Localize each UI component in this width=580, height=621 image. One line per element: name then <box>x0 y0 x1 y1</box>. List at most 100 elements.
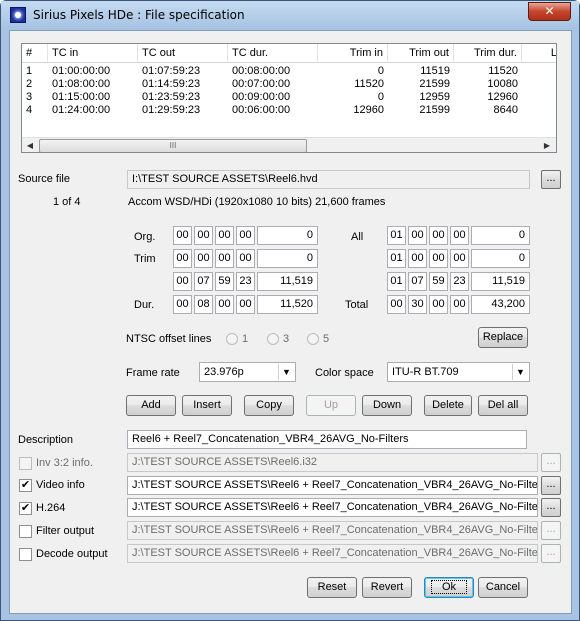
filter-output-path-field[interactable]: J:\TEST SOURCE ASSETS\Reel6 + Reel7_Conc… <box>127 521 538 540</box>
dur-ff[interactable]: 00 <box>236 295 255 314</box>
total-ss[interactable]: 00 <box>429 295 448 314</box>
trim-mm[interactable]: 00 <box>194 249 213 268</box>
inv32-browse-button[interactable]: ... <box>541 453 561 472</box>
h264-checkbox[interactable]: ✔ <box>19 502 32 515</box>
color-space-select[interactable]: ITU-R BT.709 ▼ <box>387 362 530 382</box>
total-label: Total <box>345 299 369 311</box>
all-ff[interactable]: 00 <box>450 226 469 245</box>
inv32-path-field[interactable]: J:\TEST SOURCE ASSETS\Reel6.i32 <box>127 453 538 472</box>
close-button[interactable]: ✕ <box>528 2 571 21</box>
horizontal-scrollbar[interactable]: ◀ III ▶ <box>22 137 556 152</box>
total-frames[interactable]: 43,200 <box>471 295 530 314</box>
col-tc-out[interactable]: TC out <box>138 44 228 63</box>
col-tc-dur[interactable]: TC dur. <box>228 44 318 63</box>
trim-out-frames[interactable]: 11,519 <box>257 272 318 291</box>
trim-out-mm[interactable]: 07 <box>194 272 213 291</box>
table-row[interactable]: 2 01:08:00:00 01:14:59:23 00:07:00:00 11… <box>22 78 556 91</box>
down-button[interactable]: Down <box>362 395 412 416</box>
all-frames[interactable]: 0 <box>471 226 530 245</box>
trim-hh[interactable]: 00 <box>173 249 192 268</box>
cancel-button[interactable]: Cancel <box>478 577 528 598</box>
dur-hh[interactable]: 00 <box>173 295 192 314</box>
inv32-checkbox[interactable] <box>19 457 32 470</box>
decode-output-browse-button[interactable]: ... <box>541 544 561 563</box>
all-out-ff[interactable]: 23 <box>450 272 469 291</box>
h264-browse-button[interactable]: ... <box>541 498 561 517</box>
scroll-thumb[interactable]: III <box>39 139 307 152</box>
col-tc-in[interactable]: TC in <box>48 44 138 63</box>
delete-all-button[interactable]: Del all <box>478 395 528 416</box>
all-out-frames[interactable]: 11,519 <box>471 272 530 291</box>
replace-button[interactable]: Replace <box>478 327 528 348</box>
scroll-right-icon[interactable]: ▶ <box>539 138 555 152</box>
dialog-body: # TC in TC out TC dur. Trim in Trim out … <box>9 30 572 614</box>
insert-button[interactable]: Insert <box>182 395 232 416</box>
scroll-left-icon[interactable]: ◀ <box>22 138 38 152</box>
total-ff[interactable]: 00 <box>450 295 469 314</box>
col-trim-dur[interactable]: Trim dur. <box>454 44 522 63</box>
org-ss[interactable]: 00 <box>215 226 234 245</box>
trim-out-hh[interactable]: 00 <box>173 272 192 291</box>
decode-output-checkbox[interactable] <box>19 548 32 561</box>
all-out-hh[interactable]: 01 <box>387 272 406 291</box>
all-mm[interactable]: 00 <box>408 226 427 245</box>
trim-out-ss[interactable]: 59 <box>215 272 234 291</box>
video-info-browse-button[interactable]: ... <box>541 476 561 495</box>
org-ff[interactable]: 00 <box>236 226 255 245</box>
col-trim-out[interactable]: Trim out <box>388 44 454 63</box>
up-button[interactable]: Up <box>306 395 356 416</box>
source-browse-button[interactable]: ... <box>541 170 561 189</box>
org-frames[interactable]: 0 <box>257 226 318 245</box>
col-l[interactable]: L <box>522 44 556 63</box>
table-row[interactable]: 1 01:00:00:00 01:07:59:23 00:08:00:00 0 … <box>22 65 556 78</box>
org-mm[interactable]: 00 <box>194 226 213 245</box>
chevron-down-icon[interactable]: ▼ <box>278 364 294 380</box>
ok-button[interactable]: Ok <box>424 577 474 598</box>
trim-ss[interactable]: 00 <box>215 249 234 268</box>
video-info-checkbox[interactable]: ✔ <box>19 479 32 492</box>
dur-mm[interactable]: 08 <box>194 295 213 314</box>
segment-list[interactable]: # TC in TC out TC dur. Trim in Trim out … <box>21 43 557 153</box>
revert-button[interactable]: Revert <box>362 577 412 598</box>
ntsc-radio-3[interactable] <box>267 333 279 345</box>
ntsc-radio-5[interactable] <box>307 333 319 345</box>
title-bar[interactable]: Sirius Pixels HDe : File specification ✕ <box>1 1 579 29</box>
table-row[interactable]: 3 01:15:00:00 01:23:59:23 00:09:00:00 0 … <box>22 91 556 104</box>
all-hh[interactable]: 01 <box>387 226 406 245</box>
all-trim-frames[interactable]: 0 <box>471 249 530 268</box>
filter-output-checkbox[interactable] <box>19 525 32 538</box>
org-hh[interactable]: 00 <box>173 226 192 245</box>
col-number[interactable]: # <box>22 44 48 63</box>
all-out-ss[interactable]: 59 <box>429 272 448 291</box>
trim-out-ff[interactable]: 23 <box>236 272 255 291</box>
chevron-down-icon[interactable]: ▼ <box>512 364 528 380</box>
dur-frames[interactable]: 11,520 <box>257 295 318 314</box>
trim-frames[interactable]: 0 <box>257 249 318 268</box>
source-file-field[interactable]: I:\TEST SOURCE ASSETS\Reel6.hvd <box>127 170 530 189</box>
video-info-path-field[interactable]: J:\TEST SOURCE ASSETS\Reel6 + Reel7_Conc… <box>127 476 538 495</box>
reset-button[interactable]: Reset <box>307 577 357 598</box>
all-trim-ff[interactable]: 00 <box>450 249 469 268</box>
cell-tc-dur: 00:08:00:00 <box>232 65 291 77</box>
col-trim-in[interactable]: Trim in <box>318 44 388 63</box>
ntsc-radio-1[interactable] <box>226 333 238 345</box>
all-ss[interactable]: 00 <box>429 226 448 245</box>
description-field[interactable]: Reel6 + Reel7_Concatenation_VBR4_26AVG_N… <box>127 430 527 449</box>
total-mm[interactable]: 30 <box>408 295 427 314</box>
total-hh[interactable]: 00 <box>387 295 406 314</box>
all-trim-hh[interactable]: 01 <box>387 249 406 268</box>
frame-rate-select[interactable]: 23.976p ▼ <box>199 362 296 382</box>
copy-button[interactable]: Copy <box>244 395 294 416</box>
trim-ff[interactable]: 00 <box>236 249 255 268</box>
all-out-mm[interactable]: 07 <box>408 272 427 291</box>
dur-ss[interactable]: 00 <box>215 295 234 314</box>
decode-output-path-field[interactable]: J:\TEST SOURCE ASSETS\Reel6 + Reel7_Conc… <box>127 544 538 563</box>
add-button[interactable]: Add <box>126 395 176 416</box>
delete-button[interactable]: Delete <box>424 395 472 416</box>
table-row[interactable]: 4 01:24:00:00 01:29:59:23 00:06:00:00 12… <box>22 104 556 117</box>
filter-output-browse-button[interactable]: ... <box>541 521 561 540</box>
all-trim-ss[interactable]: 00 <box>429 249 448 268</box>
cell-trim-in: 12960 <box>353 104 384 116</box>
all-trim-mm[interactable]: 00 <box>408 249 427 268</box>
h264-path-field[interactable]: J:\TEST SOURCE ASSETS\Reel6 + Reel7_Conc… <box>127 498 538 517</box>
